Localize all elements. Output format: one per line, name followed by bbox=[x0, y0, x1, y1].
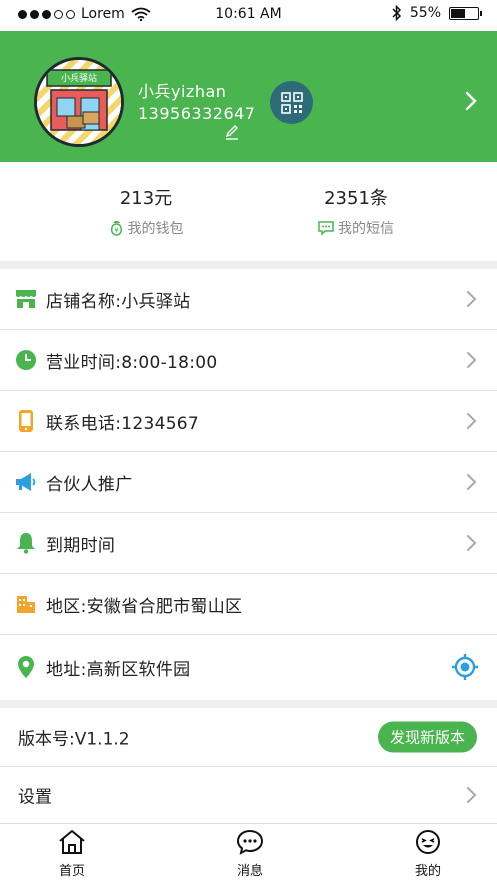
store-icon bbox=[16, 290, 36, 308]
home-icon bbox=[59, 830, 85, 854]
list-item-store-name[interactable]: 店铺名称:小兵驿站 bbox=[0, 269, 497, 330]
settings-label: 设置 bbox=[18, 787, 52, 808]
list-item-region: 地区:安徽省合肥市蜀山区 bbox=[0, 574, 497, 635]
new-version-button[interactable]: 发现新版本 bbox=[377, 721, 477, 753]
chevron-right-icon bbox=[467, 535, 477, 551]
section-divider bbox=[0, 261, 497, 269]
list-item-settings[interactable]: 设置 bbox=[0, 767, 497, 823]
chevron-right-icon bbox=[467, 474, 477, 490]
locate-target-icon[interactable] bbox=[451, 653, 479, 681]
tab-label: 消息 bbox=[236, 864, 263, 879]
tab-label: 首页 bbox=[58, 864, 85, 879]
edit-icon[interactable] bbox=[224, 124, 240, 140]
tab-bar: 首页 消息 我的 bbox=[0, 823, 497, 883]
list-item-expiry[interactable]: 到期时间 bbox=[0, 513, 497, 574]
stats-panel: 213元 ¥ 我的钱包 2351条 我的短信 bbox=[0, 162, 497, 261]
wallet-icon: ¥ bbox=[110, 221, 122, 236]
tab-label: 我的 bbox=[414, 864, 441, 879]
phone-icon bbox=[19, 410, 33, 432]
battery-percent: 55% bbox=[409, 5, 441, 21]
battery-icon bbox=[449, 6, 482, 20]
profile-header[interactable]: 小兵驿站 小兵yizhan 13956332647 bbox=[0, 31, 497, 162]
megaphone-icon bbox=[16, 473, 36, 491]
bluetooth-icon bbox=[392, 5, 401, 21]
chevron-right-icon bbox=[467, 352, 477, 368]
sms-stat[interactable]: 2351条 我的短信 bbox=[256, 184, 456, 238]
status-bar: Lorem 10:61 AM 55% bbox=[0, 0, 497, 31]
building-icon bbox=[17, 596, 35, 613]
sms-label: 我的短信 bbox=[338, 221, 394, 237]
row-label: 地址:高新区软件园 bbox=[46, 659, 191, 680]
app-settings-list: 版本号:V1.1.2 发现新版本 设置 bbox=[0, 708, 497, 823]
list-item-hours[interactable]: 营业时间:8:00-18:00 bbox=[0, 330, 497, 391]
row-label: 合伙人推广 bbox=[46, 474, 133, 495]
user-name: 小兵yizhan bbox=[138, 82, 227, 101]
list-item-address[interactable]: 地址:高新区软件园 bbox=[0, 635, 497, 699]
row-label: 店铺名称:小兵驿站 bbox=[46, 291, 191, 312]
message-icon bbox=[318, 220, 334, 236]
row-label: 地区:安徽省合肥市蜀山区 bbox=[46, 596, 243, 617]
tab-mine[interactable]: 我的 bbox=[388, 829, 468, 879]
version-label: 版本号:V1.1.2 bbox=[18, 729, 130, 750]
clock-icon bbox=[16, 350, 36, 370]
status-right: 55% bbox=[392, 5, 482, 21]
chevron-right-icon[interactable] bbox=[465, 91, 477, 111]
row-label: 到期时间 bbox=[46, 535, 116, 556]
location-pin-icon bbox=[18, 656, 34, 678]
chevron-right-icon bbox=[467, 291, 477, 307]
tab-messages[interactable]: 消息 bbox=[210, 829, 290, 879]
avatar-sign-text: 小兵驿站 bbox=[60, 74, 97, 84]
tab-home[interactable]: 首页 bbox=[32, 829, 112, 879]
store-info-list: 店铺名称:小兵驿站 营业时间:8:00-18:00 联系电话:1234567 合… bbox=[0, 269, 497, 699]
battery-fill bbox=[451, 8, 466, 18]
list-item-phone[interactable]: 联系电话:1234567 bbox=[0, 391, 497, 452]
chevron-right-icon bbox=[467, 787, 477, 803]
chat-icon bbox=[236, 829, 264, 855]
list-item-version: 版本号:V1.1.2 发现新版本 bbox=[0, 708, 497, 767]
list-item-partner-promo[interactable]: 合伙人推广 bbox=[0, 452, 497, 513]
wallet-stat[interactable]: 213元 ¥ 我的钱包 bbox=[46, 184, 246, 238]
bell-icon bbox=[17, 533, 35, 554]
section-divider bbox=[0, 700, 497, 708]
sms-value: 2351条 bbox=[324, 188, 388, 209]
qr-code-icon bbox=[280, 91, 303, 114]
row-label: 营业时间:8:00-18:00 bbox=[46, 352, 218, 373]
svg-text:¥: ¥ bbox=[114, 227, 119, 235]
chevron-right-icon bbox=[467, 413, 477, 429]
wallet-label: 我的钱包 bbox=[127, 221, 184, 237]
row-label: 联系电话:1234567 bbox=[46, 413, 200, 434]
wallet-value: 213元 bbox=[119, 188, 173, 209]
smiley-icon bbox=[416, 830, 440, 854]
avatar[interactable]: 小兵驿站 bbox=[34, 57, 124, 147]
user-phone: 13956332647 bbox=[138, 104, 256, 123]
qr-code-button[interactable] bbox=[270, 81, 313, 124]
